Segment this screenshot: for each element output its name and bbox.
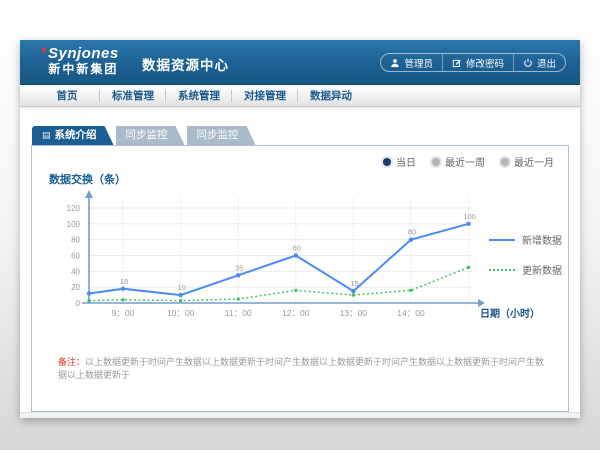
brand-name: ★Synjones [48, 45, 119, 62]
svg-text:9：00: 9：00 [112, 308, 135, 318]
radio-label: 最近一周 [445, 154, 485, 169]
range-option-today[interactable]: 当日 [383, 154, 416, 169]
tab-sync-monitor-2[interactable]: 同步监控 [187, 126, 256, 145]
nav-item-integration[interactable]: 对接管理 [232, 86, 298, 106]
chart-panel: 当日 最近一周 最近一月 数据交换（条） 0204060801001209：00… [31, 145, 569, 412]
window-footer-strip [20, 412, 580, 418]
svg-text:80: 80 [71, 236, 80, 245]
svg-text:60: 60 [293, 244, 301, 253]
app-window: ★Synjones 新中新集团 数据资源中心 管理员 修改密码 退出 [20, 40, 580, 418]
legend-label: 新增数据 [522, 232, 562, 247]
header-user-actions: 管理员 修改密码 退出 [380, 53, 566, 72]
svg-text:0: 0 [76, 299, 81, 308]
user-label: 管理员 [404, 56, 433, 70]
radio-icon [501, 158, 509, 166]
svg-text:35: 35 [235, 263, 243, 272]
svg-text:80: 80 [408, 228, 416, 237]
nav-item-home[interactable]: 首页 [34, 86, 100, 106]
svg-text:100: 100 [67, 220, 81, 229]
change-password-button[interactable]: 修改密码 [442, 54, 513, 71]
svg-text:10: 10 [177, 283, 185, 292]
footnote-prefix: 备注： [58, 357, 85, 367]
new-data-line-swatch [489, 239, 515, 241]
svg-text:40: 40 [71, 267, 80, 276]
svg-text:100: 100 [463, 212, 476, 221]
tab-system-intro[interactable]: ▤ 系统介绍 [32, 126, 114, 145]
nav-item-system[interactable]: 系统管理 [166, 86, 232, 106]
svg-text:18: 18 [120, 277, 128, 286]
svg-text:12：00: 12：00 [282, 308, 310, 318]
radio-label: 最近一月 [514, 154, 554, 169]
tab-label: 系统介绍 [55, 129, 97, 141]
svg-text:10：00: 10：00 [167, 308, 195, 318]
svg-text:13：00: 13：00 [340, 308, 368, 318]
tab-label: 同步监控 [126, 129, 168, 141]
user-icon [390, 58, 400, 68]
radio-icon [432, 158, 440, 166]
edit-icon [452, 58, 462, 68]
range-selector: 当日 最近一周 最近一月 [383, 154, 554, 169]
legend-label: 更新数据 [522, 262, 562, 277]
logout-button[interactable]: 退出 [513, 54, 565, 71]
footnote-text: 以上数据更新于时间产生数据以上数据更新于时间产生数据以上数据更新于时间产生数据以… [58, 357, 544, 380]
tab-sync-monitor-1[interactable]: 同步监控 [116, 126, 185, 145]
updated-data-line-swatch [489, 269, 515, 271]
brand-logo: ★Synjones 新中新集团 [48, 45, 119, 77]
desktop-background: ★Synjones 新中新集团 数据资源中心 管理员 修改密码 退出 [0, 0, 600, 450]
legend-item-new-data: 新增数据 [489, 232, 562, 247]
tab-label: 同步监控 [197, 129, 239, 141]
brand-subtitle: 新中新集团 [48, 62, 119, 77]
app-header: ★Synjones 新中新集团 数据资源中心 管理员 修改密码 退出 [20, 40, 580, 85]
radio-label: 当日 [396, 154, 416, 169]
page-title: 数据资源中心 [142, 54, 229, 74]
nav-item-standards[interactable]: 标准管理 [100, 86, 166, 106]
power-icon [523, 58, 533, 68]
footnote: 备注：以上数据更新于时间产生数据以上数据更新于时间产生数据以上数据更新于时间产生… [58, 356, 553, 382]
range-option-last-week[interactable]: 最近一周 [432, 154, 485, 169]
svg-text:11：00: 11：00 [225, 308, 252, 318]
brand-star-icon: ★ [38, 41, 51, 60]
nav-item-data-changes[interactable]: 数据异动 [298, 86, 364, 106]
change-password-label: 修改密码 [466, 56, 504, 70]
svg-text:15: 15 [350, 279, 358, 288]
svg-text:120: 120 [67, 204, 81, 213]
legend-item-updated-data: 更新数据 [489, 262, 562, 277]
main-nav: 首页 标准管理 系统管理 对接管理 数据异动 [20, 85, 580, 107]
range-option-last-month[interactable]: 最近一月 [501, 154, 554, 169]
svg-text:14：00: 14：00 [397, 308, 425, 318]
chart-legend: 新增数据 更新数据 [489, 232, 562, 277]
document-icon: ▤ [42, 130, 51, 140]
user-button[interactable]: 管理员 [381, 54, 442, 71]
logout-label: 退出 [537, 56, 556, 70]
svg-text:60: 60 [71, 252, 80, 261]
svg-text:20: 20 [71, 283, 80, 292]
radio-icon [383, 158, 391, 166]
tab-bar: ▤ 系统介绍 同步监控 同步监控 [32, 126, 258, 145]
svg-text:日期（小时）: 日期（小时） [480, 307, 540, 320]
